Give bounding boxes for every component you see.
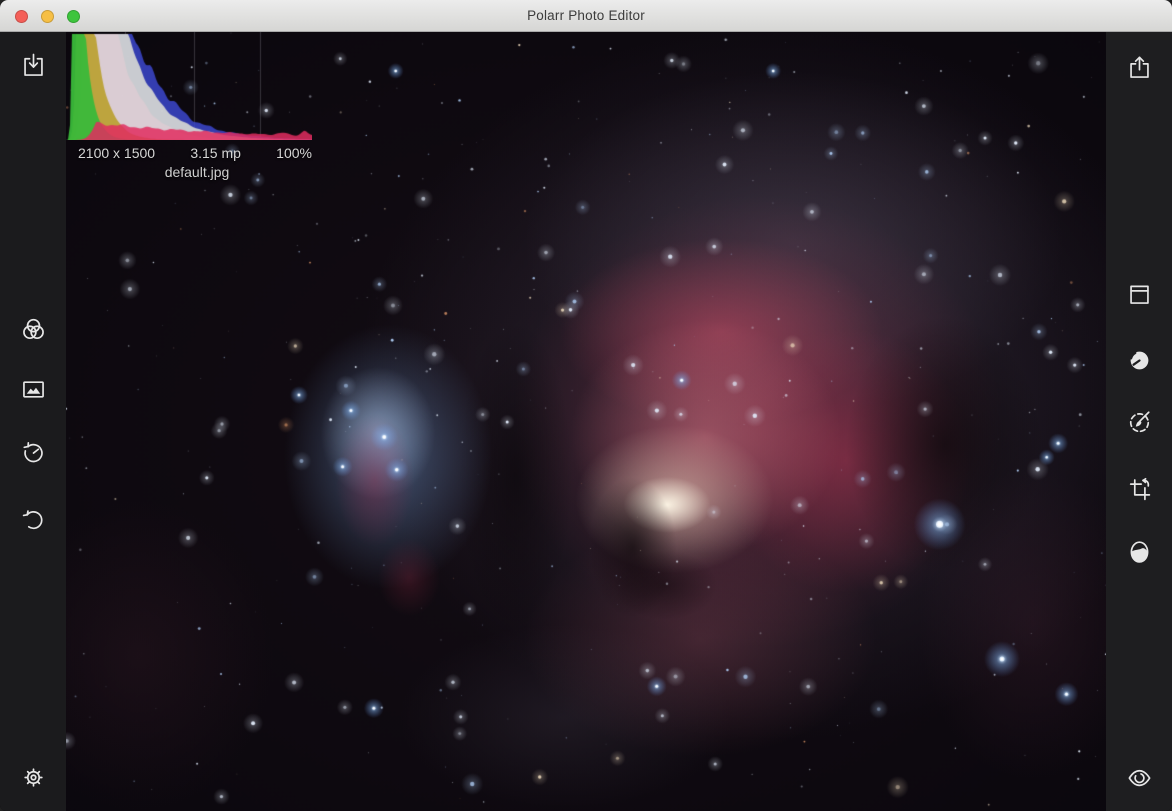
main-content: 2100 x 1500 3.15 mp 100% default.jpg	[0, 32, 1172, 811]
face-icon	[1126, 538, 1153, 565]
traffic-lights	[15, 10, 80, 23]
window-titlebar: Polarr Photo Editor	[0, 0, 1172, 32]
crop-button[interactable]	[1119, 469, 1159, 509]
adjust-dial-icon	[1126, 347, 1153, 374]
frames-button[interactable]	[1119, 274, 1159, 314]
import-button[interactable]	[13, 45, 53, 85]
settings-button[interactable]	[13, 757, 53, 797]
filters-button[interactable]	[13, 309, 53, 349]
photo[interactable]	[66, 32, 1106, 811]
history-button[interactable]	[13, 432, 53, 472]
brush-button[interactable]	[1119, 401, 1159, 441]
show-original-eye-icon	[1126, 764, 1153, 791]
image-icon	[20, 376, 47, 403]
photo-canvas-area: 2100 x 1500 3.15 mp 100% default.jpg	[66, 32, 1106, 811]
crop-rotate-icon	[1126, 476, 1153, 503]
left-toolbar	[0, 32, 66, 811]
app-window: Polarr Photo Editor	[0, 0, 1172, 811]
undo-button[interactable]	[13, 499, 53, 539]
adjust-button[interactable]	[1119, 340, 1159, 380]
frame-icon	[1126, 281, 1153, 308]
window-title: Polarr Photo Editor	[527, 8, 645, 23]
show-original-button[interactable]	[1119, 757, 1159, 797]
brush-icon	[1126, 408, 1153, 435]
right-toolbar	[1106, 32, 1172, 811]
import-icon	[20, 52, 47, 79]
undo-icon	[20, 506, 47, 533]
export-icon	[1126, 54, 1153, 81]
zoom-button[interactable]	[67, 10, 80, 23]
close-button[interactable]	[15, 10, 28, 23]
settings-gear-icon	[20, 764, 47, 791]
photo-library-button[interactable]	[13, 369, 53, 409]
history-icon	[20, 439, 47, 466]
minimize-button[interactable]	[41, 10, 54, 23]
export-button[interactable]	[1119, 47, 1159, 87]
face-button[interactable]	[1119, 531, 1159, 571]
color-circles-icon	[20, 316, 47, 343]
